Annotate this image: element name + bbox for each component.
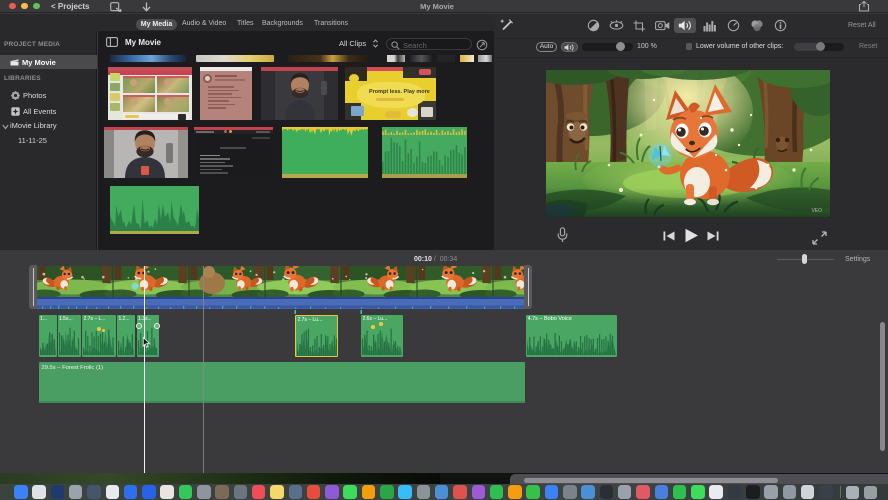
svg-text:VEO: VEO bbox=[811, 208, 822, 214]
